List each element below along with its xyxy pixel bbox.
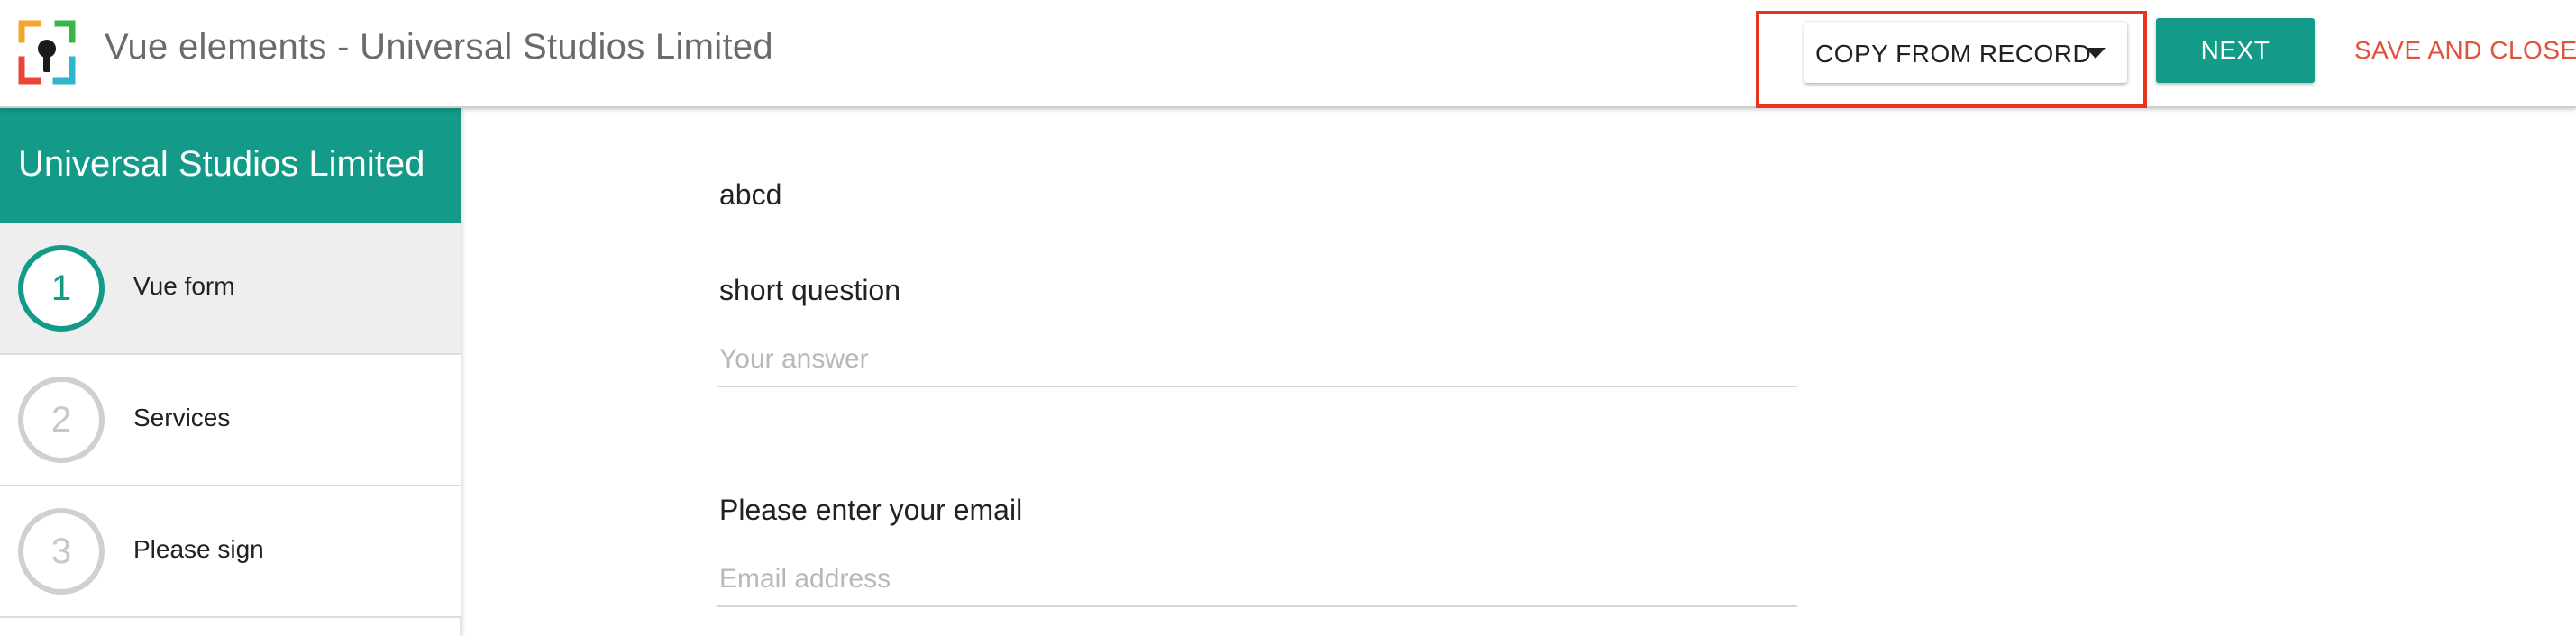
email-label: Please enter your email [719, 494, 1023, 526]
copy-from-record-label: COPY FROM RECORD [1815, 40, 2092, 68]
email-field [717, 553, 1797, 607]
step-vue-form[interactable]: 1 Vue form [0, 223, 461, 355]
short-question-label: short question [719, 274, 901, 306]
short-question-field [717, 333, 1797, 387]
step-label: Please sign [133, 535, 264, 563]
step-services[interactable]: 2 Services [0, 355, 461, 486]
sidebar: Universal Studios Limited 1 Vue form 2 S… [0, 108, 461, 636]
sidebar-title: Universal Studios Limited [18, 144, 425, 184]
form-area: abcd short question Please enter your em… [461, 108, 2576, 636]
step-number-circle: 3 [18, 508, 105, 595]
step-number-circle: 1 [18, 245, 105, 332]
save-and-close-button[interactable]: SAVE AND CLOSE [2354, 36, 2576, 65]
step-label: Services [133, 404, 231, 432]
app-logo-icon [18, 20, 76, 85]
form-heading: abcd [719, 178, 782, 211]
app-title: Vue elements - Universal Studios Limited [105, 27, 773, 67]
copy-from-record-button[interactable]: COPY FROM RECORD [1804, 22, 2127, 83]
short-question-input[interactable] [717, 333, 1797, 386]
app-header: Vue elements - Universal Studios Limited… [0, 0, 2576, 108]
next-button[interactable]: NEXT [2156, 18, 2315, 83]
step-label: Vue form [133, 272, 235, 300]
step-please-sign[interactable]: 3 Please sign [0, 486, 461, 618]
step-number-circle: 2 [18, 377, 105, 463]
sidebar-header: Universal Studios Limited [0, 108, 461, 223]
email-input[interactable] [717, 553, 1797, 605]
caret-down-icon [2086, 48, 2106, 59]
